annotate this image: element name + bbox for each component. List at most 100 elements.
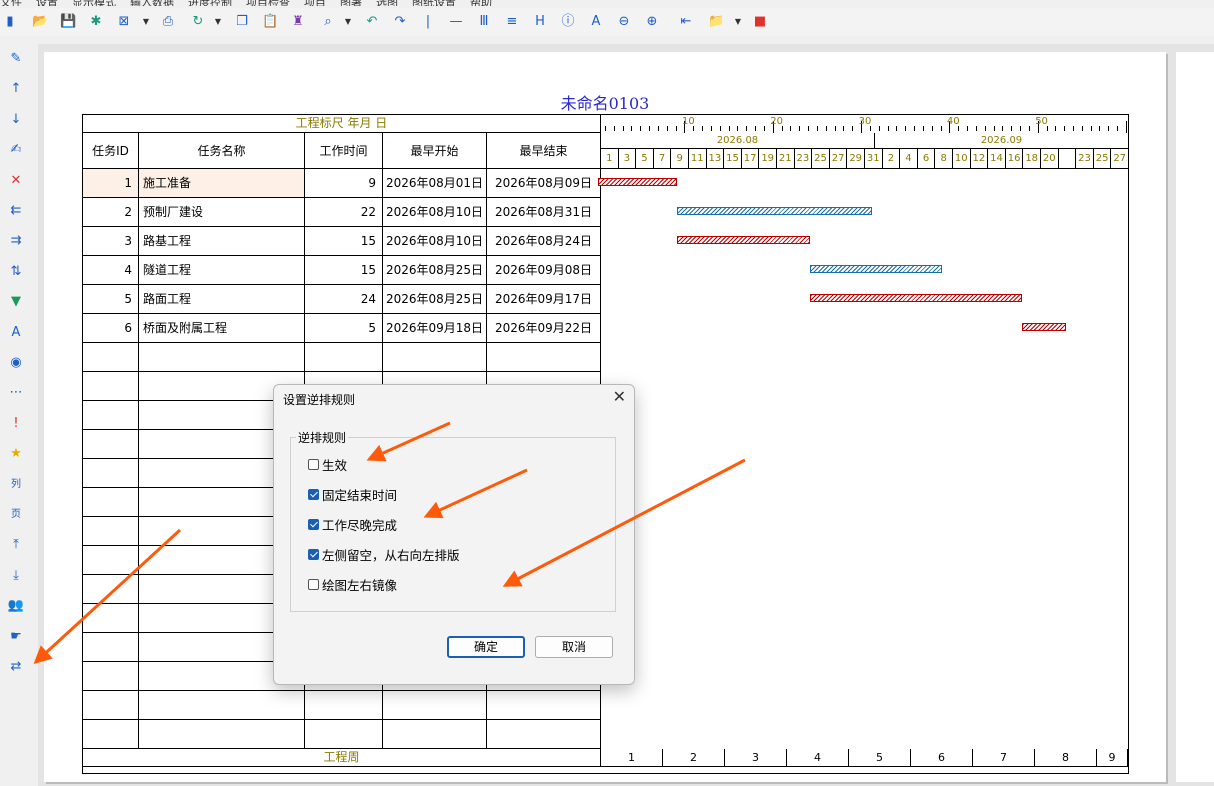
move-top-icon[interactable]: ⤒ — [7, 536, 25, 554]
brush-icon[interactable]: ♜ — [290, 14, 306, 30]
option-3[interactable]: 工作尽晚完成 — [308, 516, 397, 533]
task-duration-cell[interactable]: 15 — [305, 256, 383, 285]
folder-icon[interactable]: 📁 — [708, 14, 724, 30]
task-start-cell[interactable]: 2026年08月25日 — [383, 256, 487, 285]
close-icon[interactable]: ✕ — [613, 387, 626, 406]
arrow-up-icon[interactable]: ↑ — [7, 80, 25, 98]
task-id-cell[interactable]: 3 — [83, 227, 139, 256]
option-4[interactable]: 左侧留空，从右向左排版 — [308, 546, 460, 563]
filter-icon[interactable]: ▼ — [7, 293, 25, 311]
outdent-icon[interactable]: ⇇ — [7, 202, 25, 220]
h-icon[interactable]: H — [532, 14, 548, 30]
chevron-down-icon[interactable]: ▼ — [142, 14, 150, 30]
columns-icon[interactable]: Ⅲ — [476, 14, 492, 30]
open-icon[interactable]: 📂 — [32, 14, 48, 30]
checkbox[interactable] — [308, 518, 319, 530]
font-size-icon[interactable]: A — [7, 324, 25, 342]
task-duration-cell[interactable]: 15 — [305, 227, 383, 256]
gantt-bar-3[interactable] — [677, 236, 810, 244]
task-start-cell[interactable]: 2026年09月18日 — [383, 314, 487, 343]
sort-icon[interactable]: ⇅ — [7, 263, 25, 281]
gantt-bar-4[interactable] — [809, 265, 943, 273]
task-name-cell[interactable]: 施工准备 — [139, 169, 305, 198]
edit-icon[interactable]: ✍ — [7, 141, 25, 159]
save-icon[interactable]: 💾 — [60, 14, 76, 30]
fit-icon[interactable]: ⇤ — [678, 14, 694, 30]
copy-icon[interactable]: ❐ — [234, 14, 250, 30]
task-id-cell[interactable]: 4 — [83, 256, 139, 285]
hand-icon[interactable]: ☛ — [7, 628, 25, 646]
gantt-bar-6[interactable] — [1021, 323, 1066, 331]
info-icon[interactable]: ⓘ — [560, 14, 576, 30]
snowflake-icon[interactable]: ✱ — [88, 14, 104, 30]
task-start-cell[interactable]: 2026年08月10日 — [383, 227, 487, 256]
gantt-bar-5[interactable] — [809, 294, 1022, 302]
font-icon[interactable]: A — [588, 14, 604, 30]
menu-item[interactable]: 显示模式 — [72, 0, 116, 6]
gantt-bar-1[interactable] — [598, 178, 678, 186]
zoom-in-icon[interactable]: ⊕ — [644, 14, 660, 30]
option-1[interactable]: 生效 — [308, 456, 347, 473]
palette-icon[interactable]: ◉ — [7, 354, 25, 372]
menu-item[interactable]: 图纸设置 — [412, 0, 456, 6]
menu-item[interactable]: 项目 — [304, 0, 326, 6]
task-id-cell[interactable]: 1 — [83, 169, 139, 198]
task-end-cell[interactable]: 2026年08月09日 — [487, 169, 601, 198]
checkbox[interactable] — [308, 548, 319, 560]
chevron-down-icon[interactable]: ▼ — [344, 14, 352, 30]
cancel-button[interactable]: 取消 — [535, 636, 613, 658]
task-name-cell[interactable]: 路面工程 — [139, 285, 305, 314]
task-id-cell[interactable]: 6 — [83, 314, 139, 343]
checkbox[interactable] — [308, 488, 319, 500]
gantt-bar-2[interactable] — [677, 207, 872, 215]
task-duration-cell[interactable]: 5 — [305, 314, 383, 343]
redo-icon[interactable]: ↷ — [392, 14, 408, 30]
menu-item[interactable]: 图署 — [340, 0, 362, 6]
indent-icon[interactable]: ⇉ — [7, 232, 25, 250]
move-bottom-icon[interactable]: ⤓ — [7, 567, 25, 585]
menu-item[interactable]: 输入数据 — [130, 0, 174, 6]
search-icon[interactable]: ⌕ — [320, 14, 336, 30]
menu-item[interactable]: 帮助 — [470, 0, 492, 6]
task-end-cell[interactable]: 2026年09月22日 — [487, 314, 601, 343]
pencil-icon[interactable]: ✎ — [7, 50, 25, 68]
hline-icon[interactable]: — — [448, 14, 464, 30]
star-icon[interactable]: ★ — [7, 445, 25, 463]
checkbox[interactable] — [308, 578, 319, 590]
zoom-out-icon[interactable]: ⊖ — [616, 14, 632, 30]
users-icon[interactable]: 👥 — [7, 597, 25, 615]
task-start-cell[interactable]: 2026年08月01日 — [383, 169, 487, 198]
dots-icon[interactable]: ⋯ — [7, 384, 25, 402]
delete-icon[interactable]: ✕ — [7, 172, 25, 190]
paste-icon[interactable]: 📋 — [262, 14, 278, 30]
camera-icon[interactable]: ■ — [752, 14, 768, 30]
new-icon[interactable]: ▮ — [2, 14, 18, 30]
undo-icon[interactable]: ↶ — [364, 14, 380, 30]
vline-icon[interactable]: | — [420, 14, 436, 30]
print-icon[interactable]: ⎙ — [160, 14, 176, 30]
column-icon[interactable]: 列 — [7, 476, 25, 494]
task-duration-cell[interactable]: 22 — [305, 198, 383, 227]
task-end-cell[interactable]: 2026年08月24日 — [487, 227, 601, 256]
task-name-cell[interactable]: 预制厂建设 — [139, 198, 305, 227]
menu-item[interactable]: 进度控制 — [188, 0, 232, 6]
option-2[interactable]: 固定结束时间 — [308, 486, 397, 503]
swap-icon[interactable]: ⇄ — [7, 658, 25, 676]
task-duration-cell[interactable]: 9 — [305, 169, 383, 198]
task-duration-cell[interactable]: 24 — [305, 285, 383, 314]
menu-item[interactable]: 设置 — [36, 0, 58, 6]
chevron-down-icon[interactable]: ▼ — [214, 14, 222, 30]
chevron-down-icon[interactable]: ▼ — [734, 14, 742, 30]
task-name-cell[interactable]: 路基工程 — [139, 227, 305, 256]
task-name-cell[interactable]: 桥面及附属工程 — [139, 314, 305, 343]
option-5[interactable]: 绘图左右镜像 — [308, 576, 397, 593]
task-id-cell[interactable]: 5 — [83, 285, 139, 314]
task-name-cell[interactable]: 隧道工程 — [139, 256, 305, 285]
task-end-cell[interactable]: 2026年08月31日 — [487, 198, 601, 227]
task-id-cell[interactable]: 2 — [83, 198, 139, 227]
arrow-down-icon[interactable]: ↓ — [7, 111, 25, 129]
menu-item[interactable]: 文件 — [0, 0, 22, 6]
task-end-cell[interactable]: 2026年09月08日 — [487, 256, 601, 285]
task-end-cell[interactable]: 2026年09月17日 — [487, 285, 601, 314]
refresh-icon[interactable]: ↻ — [190, 14, 206, 30]
